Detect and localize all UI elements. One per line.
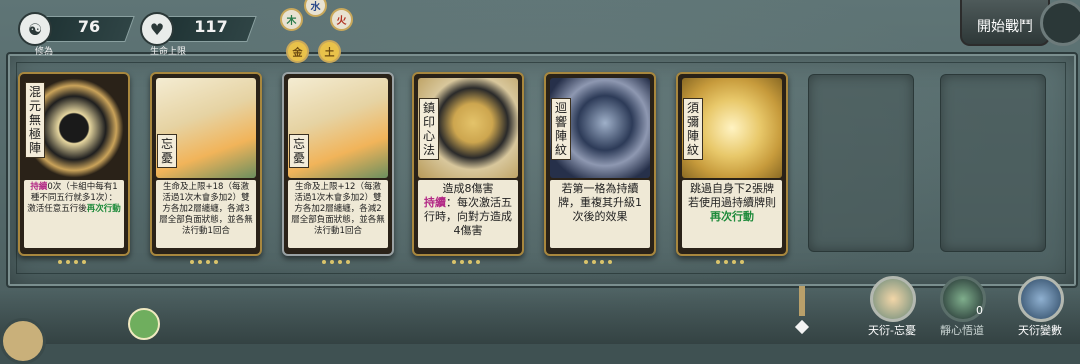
max-health-label: 生命上限 [149, 47, 186, 57]
empty-card-slot-8[interactable] [940, 74, 1046, 252]
card-level-dots [582, 249, 618, 264]
card-text-body: 造成8傷害 持續：每次激活五行時，向對方造成4傷害 [418, 180, 518, 240]
pendant-icon [794, 286, 810, 344]
frog-icon [128, 308, 160, 340]
card-text: 生命及上限+18（每激活過1次木會多加2）雙方各加2層纏纏，各減3層全部負面狀態… [156, 180, 256, 248]
card-slot-3[interactable]: 忘憂 生命及上限+12（每激活過1次木會多加2）雙方各加2層纏纏，各減2層全部負… [282, 72, 394, 264]
keyword-act-again: 再次行動 [710, 210, 754, 223]
start-battle-button[interactable]: 開始戰鬥 [960, 0, 1050, 46]
card-name: 迴響陣紋 [551, 98, 571, 160]
card-level-dots [714, 249, 750, 264]
portrait-icon [870, 276, 916, 322]
card-slot-4[interactable]: 鎮印心法 造成8傷害 持續：每次激活五行時，向對方造成4傷害 [412, 72, 524, 264]
card-text-part: 跳過自身下2張牌 若使用過持續牌則 [688, 182, 776, 209]
cultivation-value: 76 [77, 17, 101, 36]
card-level-dots [188, 249, 224, 264]
meditation-icon: ☯ [18, 12, 52, 46]
ornament-icon [1040, 0, 1080, 46]
card-level-dots [56, 249, 92, 264]
element-metal: 金 [286, 40, 309, 63]
cultivation-label: 修為 [34, 47, 53, 57]
empty-card-slot-7[interactable] [808, 74, 914, 252]
element-water: 水 [304, 0, 327, 17]
cards-icon [1018, 276, 1064, 322]
card-name: 須彌陣紋 [683, 98, 703, 160]
card-text: 持續0次（卡組中每有1種不同五行就多1次）：激活任意五行後再次行動 [24, 180, 124, 248]
card-text: 生命及上限+12（每激活過1次木會多加2）雙方各加2層纏纏，各減2層全部負面狀態… [288, 180, 388, 248]
element-wood: 木 [280, 8, 303, 31]
card-text: 造成8傷害 持續：每次激活五行時，向對方造成4傷害 [418, 180, 518, 248]
card-name: 鎮印心法 [419, 98, 439, 160]
tianyan-variable-label: 天衍變數 [1018, 324, 1062, 337]
element-fire: 火 [330, 8, 353, 31]
card-text: 若第一格為持續牌，重複其升級1次後的效果 [550, 180, 650, 248]
meditation-count: 0 [976, 304, 983, 317]
card-text-body: 生命及上限+12（每激活過1次木會多加2）雙方各加2層纏纏，各減2層全部負面狀態… [291, 182, 385, 236]
element-earth: 土 [318, 40, 341, 63]
card-slot-6[interactable]: 須彌陣紋 跳過自身下2張牌 若使用過持續牌則再次行動 [676, 72, 788, 264]
card-name: 混元無極陣 [25, 82, 45, 158]
card-name: 忘憂 [157, 134, 177, 168]
heart-drop-icon: ♥ [140, 12, 174, 46]
meditation-button[interactable]: 0 靜心悟道 [936, 272, 988, 344]
card-level-dots [320, 249, 356, 264]
tianyan-variable-button[interactable]: 天衍變數 [1014, 272, 1066, 344]
card-slot-5[interactable]: 迴響陣紋 若第一格為持續牌，重複其升級1次後的效果 [544, 72, 656, 264]
keyword-persistent: 持續 [30, 182, 48, 192]
tianyan-wangyou-button[interactable]: 天衍-忘憂 [866, 272, 918, 344]
card-slot-2[interactable]: 忘憂 生命及上限+18（每激活過1次木會多加2）雙方各加2層纏纏，各減3層全部負… [150, 72, 262, 264]
meditation-label: 靜心悟道 [940, 324, 984, 337]
start-battle-label: 開始戰鬥 [977, 19, 1033, 35]
keyword-act-again: 再次行動 [86, 204, 121, 214]
player-avatar[interactable] [0, 318, 46, 364]
card-text-body: 生命及上限+18（每激活過1次木會多加2）雙方各加2層纏纏，各減3層全部負面狀態… [159, 182, 253, 236]
card-text-body: 若第一格為持續牌，重複其升級1次後的效果 [558, 182, 642, 223]
tianyan-wangyou-label: 天衍-忘憂 [868, 324, 916, 337]
card-level-dots [450, 249, 486, 264]
card-text-part: 造成8傷害 [442, 182, 494, 195]
card-text-body: 持續0次（卡組中每有1種不同五行就多1次）：激活任意五行後再次行動 [24, 180, 124, 217]
keyword-persistent: 持續 [424, 196, 446, 209]
card-slot-1[interactable]: 混元無極陣 持續0次（卡組中每有1種不同五行就多1次）：激活任意五行後再次行動 [18, 72, 130, 264]
card-text-body: 跳過自身下2張牌 若使用過持續牌則再次行動 [682, 180, 782, 226]
five-elements-wheel: 木 水 火 金 土 [276, 0, 356, 63]
card-text: 跳過自身下2張牌 若使用過持續牌則再次行動 [682, 180, 782, 248]
max-health-value: 117 [194, 17, 228, 36]
card-name: 忘憂 [289, 134, 309, 168]
